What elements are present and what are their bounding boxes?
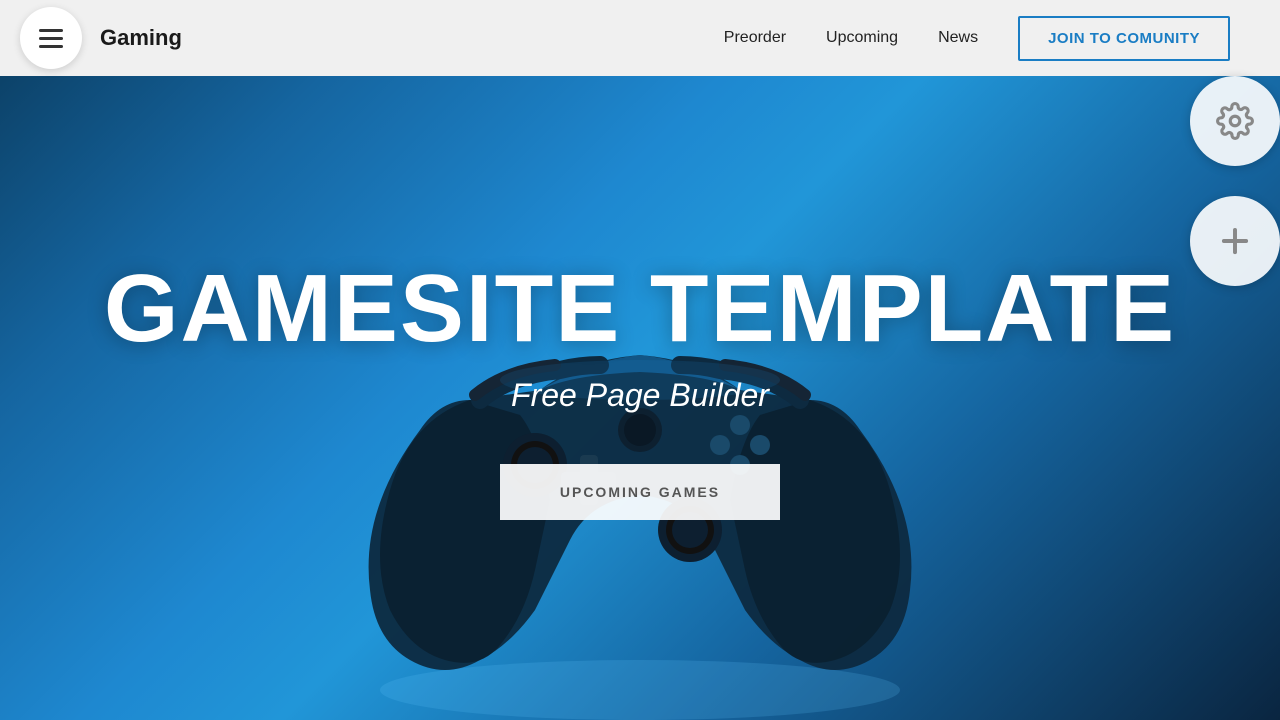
nav-news[interactable]: News xyxy=(938,29,978,47)
hero-section: GAMESITE TEMPLATE Free Page Builder UPCO… xyxy=(0,0,1280,720)
gear-icon xyxy=(1216,102,1254,140)
add-fab-button[interactable] xyxy=(1190,196,1280,286)
hero-content: GAMESITE TEMPLATE Free Page Builder UPCO… xyxy=(104,261,1176,520)
main-nav: Preorder Upcoming News JOIN TO COMUNITY xyxy=(724,16,1230,61)
menu-bar-3 xyxy=(39,45,63,48)
nav-upcoming[interactable]: Upcoming xyxy=(826,29,898,47)
header: Gaming Preorder Upcoming News JOIN TO CO… xyxy=(0,0,1280,76)
hero-subtitle: Free Page Builder xyxy=(104,377,1176,414)
join-community-button[interactable]: JOIN TO COMUNITY xyxy=(1018,16,1230,61)
settings-fab-button[interactable] xyxy=(1190,76,1280,166)
upcoming-games-button[interactable]: UPCOMING GAMES xyxy=(500,464,780,520)
nav-preorder[interactable]: Preorder xyxy=(724,29,786,47)
menu-button[interactable] xyxy=(20,7,82,69)
hero-title: GAMESITE TEMPLATE xyxy=(104,261,1176,357)
plus-icon xyxy=(1216,222,1254,260)
site-logo: Gaming xyxy=(100,25,182,51)
menu-bar-2 xyxy=(39,37,63,40)
menu-bar-1 xyxy=(39,29,63,32)
